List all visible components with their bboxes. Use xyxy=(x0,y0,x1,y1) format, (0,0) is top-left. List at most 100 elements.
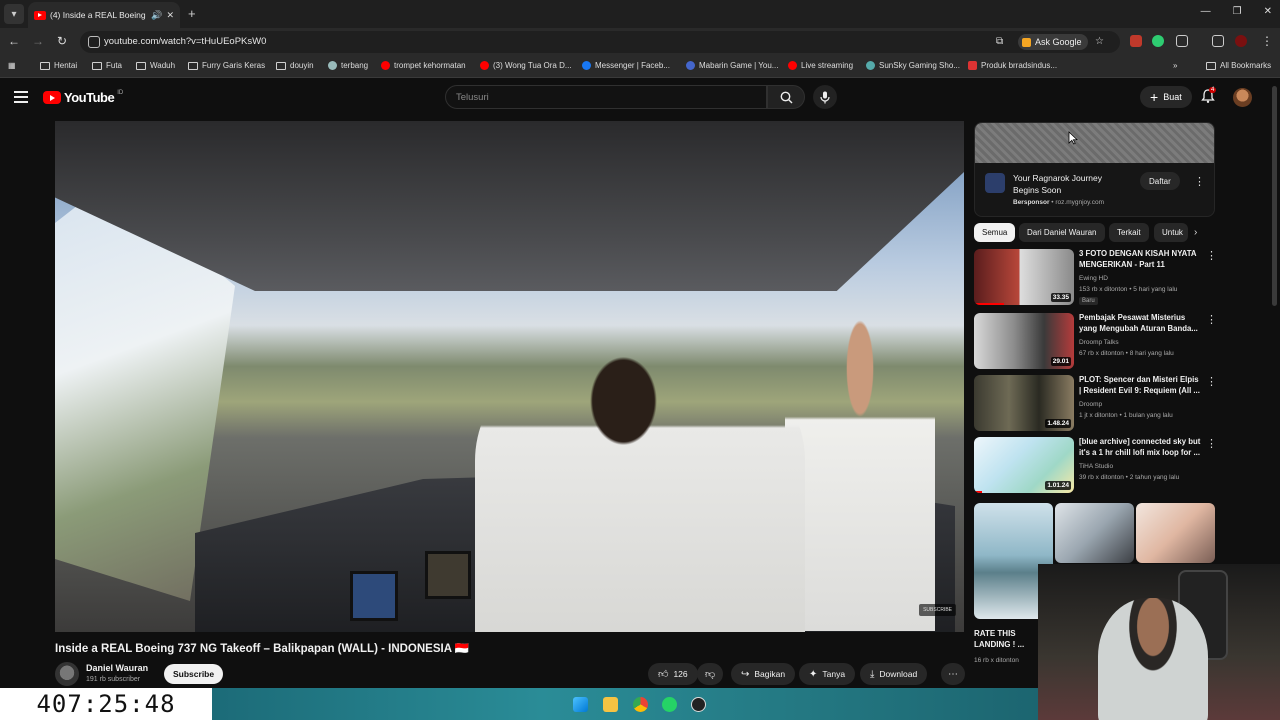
thumbs-up-icon: 👍︎ xyxy=(658,669,669,680)
bookmark-item[interactable]: trompet kehormatan xyxy=(381,61,466,70)
download-label: Download xyxy=(879,669,918,679)
share-button[interactable]: ↪ Bagikan xyxy=(731,663,796,685)
recommendation-item[interactable]: 33.35 3 FOTO DENGAN KISAH NYATA MENGERIK… xyxy=(974,249,1217,305)
channel-avatar[interactable] xyxy=(55,662,79,686)
download-button[interactable]: ⤓ Download xyxy=(860,663,928,685)
chevron-right-icon[interactable]: › xyxy=(1194,227,1197,238)
share-label: Bagikan xyxy=(754,669,786,679)
bookmark-item[interactable]: Live streaming xyxy=(788,61,853,70)
url-text[interactable]: youtube.com/watch?v=tHuUEoPKsW0 xyxy=(104,36,266,47)
create-button[interactable]: + Buat xyxy=(1140,86,1192,108)
apps-grid-icon[interactable]: ▦ xyxy=(8,61,16,70)
mouse-cursor-icon xyxy=(1068,131,1078,145)
like-button[interactable]: 👍︎ 126 xyxy=(648,663,698,685)
bookmark-item[interactable]: Hentai xyxy=(40,61,77,70)
chip-for-you[interactable]: Untuk xyxy=(1154,223,1188,242)
search-input[interactable]: Telusuri xyxy=(445,85,767,109)
short-thumbnail[interactable] xyxy=(1055,503,1134,563)
video-thumbnail[interactable]: 1.01.24 xyxy=(974,437,1074,493)
recommendation-channel[interactable]: TiHA Studio xyxy=(1079,463,1113,470)
chip-from-channel[interactable]: Dari Daniel Wauran xyxy=(1019,223,1105,242)
reading-list-icon[interactable] xyxy=(1212,35,1224,47)
recommendation-item[interactable]: 29.01 Pembajak Pesawat Misterius yang Me… xyxy=(974,313,1217,369)
bookmark-item[interactable]: Furry Garis Keras xyxy=(188,61,265,70)
bookmark-item[interactable]: (3) Wong Tua Ora D... xyxy=(480,61,572,70)
whatsapp-icon[interactable] xyxy=(662,697,677,712)
site-icon xyxy=(866,61,875,70)
profile-avatar-icon[interactable] xyxy=(1235,35,1247,47)
recommendation-channel[interactable]: Droomp Talks xyxy=(1079,339,1119,346)
recommendation-more-icon[interactable]: ⋮ xyxy=(1206,313,1217,326)
bookmark-item[interactable]: Messenger | Faceb... xyxy=(582,61,670,70)
recommendation-item[interactable]: 1.01.24 [blue archive] connected sky but… xyxy=(974,437,1217,493)
back-icon[interactable]: ← xyxy=(6,34,22,48)
all-bookmarks-folder[interactable]: All Bookmarks xyxy=(1206,61,1271,70)
ad-domain: roz.mygnjoy.com xyxy=(1055,199,1105,206)
ask-button[interactable]: ✦ Tanya xyxy=(799,663,856,685)
subscribe-button[interactable]: Subscribe xyxy=(164,664,224,684)
recommendation-more-icon[interactable]: ⋮ xyxy=(1206,375,1217,388)
ad-signup-button[interactable]: Daftar xyxy=(1140,172,1180,190)
bookmark-item[interactable]: Mabarin Game | You... xyxy=(686,61,778,70)
tab-search-icon[interactable]: ▾ xyxy=(4,4,24,24)
close-tab-icon[interactable]: ✕ xyxy=(166,10,174,21)
file-explorer-icon[interactable] xyxy=(603,697,618,712)
more-bookmarks-icon[interactable]: » xyxy=(1173,61,1177,70)
menu-hamburger-icon[interactable] xyxy=(14,91,28,103)
video-thumbnail[interactable]: 1.48.24 xyxy=(974,375,1074,431)
youtube-logo[interactable]: YouTube ID xyxy=(43,90,123,105)
minimize-icon[interactable]: — xyxy=(1201,6,1211,17)
sparkle-icon: ✦ xyxy=(809,668,818,680)
forward-icon[interactable]: → xyxy=(30,34,46,48)
recommendation-item[interactable]: 1.48.24 PLOT: Spencer dan Misteri Elpis … xyxy=(974,375,1217,431)
extensions-puzzle-icon[interactable] xyxy=(1176,35,1188,47)
bookmark-item[interactable]: SunSky Gaming Sho... xyxy=(866,61,960,70)
youtube-icon xyxy=(381,61,390,70)
obs-icon[interactable] xyxy=(691,697,706,712)
more-actions-button[interactable]: ⋯ xyxy=(941,663,965,685)
page-scrollbar[interactable] xyxy=(1272,86,1277,306)
address-bar[interactable]: youtube.com/watch?v=tHuUEoPKsW0 ⧉ Ask Go… xyxy=(80,31,1120,53)
browser-menu-icon[interactable]: ⋮ xyxy=(1259,34,1275,48)
video-thumbnail[interactable]: 29.01 xyxy=(974,313,1074,369)
ask-google-label: Ask Google xyxy=(1035,37,1082,47)
bookmark-label: SunSky Gaming Sho... xyxy=(879,61,960,70)
audio-playing-icon[interactable]: 🔊 xyxy=(151,10,162,21)
bookmark-star-icon[interactable]: ☆ xyxy=(1095,36,1104,47)
close-window-icon[interactable]: ✕ xyxy=(1264,6,1272,17)
bookmark-item[interactable]: terbang xyxy=(328,61,368,70)
voice-search-button[interactable] xyxy=(813,85,837,109)
bookmark-item[interactable]: Waduh xyxy=(136,61,175,70)
chip-related[interactable]: Terkait xyxy=(1109,223,1149,242)
account-avatar[interactable] xyxy=(1233,88,1252,107)
video-thumbnail[interactable]: 33.35 xyxy=(974,249,1074,305)
bookmark-item[interactable]: douyin xyxy=(276,61,314,70)
browser-tab-active[interactable]: (4) Inside a REAL Boeing 73 🔊 ✕ xyxy=(28,2,180,28)
windows-start-icon[interactable] xyxy=(573,697,588,712)
chrome-icon[interactable] xyxy=(633,697,648,712)
channel-name[interactable]: Daniel Wauran xyxy=(86,663,148,673)
reload-icon[interactable]: ↻ xyxy=(54,34,70,48)
recommendation-more-icon[interactable]: ⋮ xyxy=(1206,437,1217,450)
new-tab-icon[interactable]: + xyxy=(188,6,196,21)
bookmark-item[interactable]: Futa xyxy=(92,61,122,70)
sponsored-ad-card[interactable]: Your Ragnarok Journey Begins Soon Berspo… xyxy=(974,122,1215,217)
bookmark-item[interactable]: Produk brradsindus... xyxy=(968,61,1057,70)
ask-google-button[interactable]: Ask Google xyxy=(1018,34,1088,50)
install-app-icon[interactable]: ⧉ xyxy=(996,36,1003,47)
recommendation-channel[interactable]: Droomp xyxy=(1079,401,1102,408)
recommendation-more-icon[interactable]: ⋮ xyxy=(1206,249,1217,262)
recommendation-meta: 39 rb x ditonton • 2 tahun yang lalu xyxy=(1079,474,1180,481)
recommendation-channel[interactable]: Ewing HD xyxy=(1079,275,1108,282)
dislike-button[interactable]: 👎︎ xyxy=(697,663,724,685)
short-thumbnail[interactable] xyxy=(1136,503,1215,563)
restore-icon[interactable]: ❐ xyxy=(1233,6,1242,17)
extension-icon[interactable] xyxy=(1130,35,1142,47)
extension-icon[interactable] xyxy=(1152,35,1164,47)
video-player[interactable]: SUBSCRIBE xyxy=(55,121,964,632)
ad-more-icon[interactable]: ⋮ xyxy=(1194,175,1205,188)
site-info-icon[interactable] xyxy=(88,36,100,48)
subscribe-watermark[interactable]: SUBSCRIBE xyxy=(919,604,956,616)
search-button[interactable] xyxy=(767,85,805,109)
chip-all[interactable]: Semua xyxy=(974,223,1016,242)
